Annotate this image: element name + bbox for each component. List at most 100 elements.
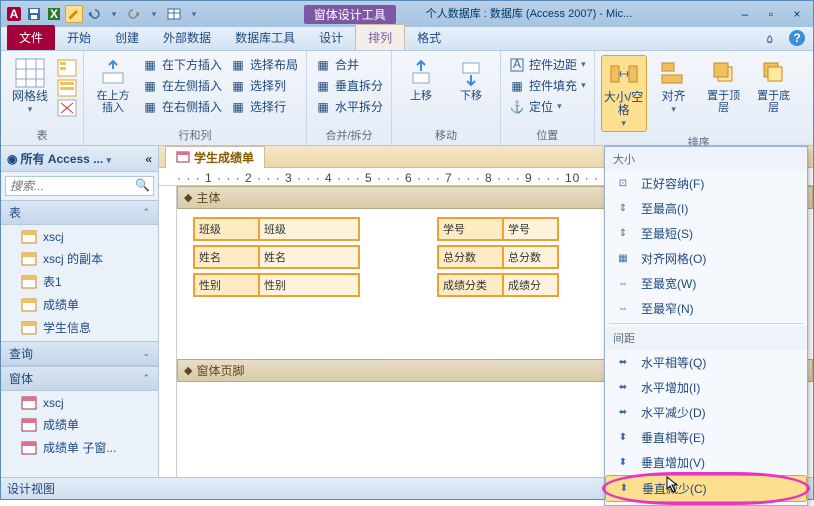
title-bar: A X ▾ ▾ ▾ 窗体设计工具 个人数据库 : 数据库 (Access 200… <box>1 1 813 27</box>
menu-v-equal[interactable]: ⬍垂直相等(E) <box>605 425 807 450</box>
document-title: 个人数据库 : 数据库 (Access 2007) - Mic... <box>426 5 633 24</box>
select-column-button[interactable]: ▦选择行 <box>228 97 300 116</box>
fit-icon: ⊡ <box>613 176 633 192</box>
select-layout-button[interactable]: ▦选择布局 <box>228 55 300 74</box>
gridlines-button[interactable]: 网格线▾ <box>7 55 53 117</box>
layout-stacked-icon[interactable] <box>57 59 77 77</box>
menu-shortest[interactable]: ⇕至最短(S) <box>605 221 807 246</box>
nav-table-students[interactable]: 学生信息 <box>1 316 158 339</box>
field-category-label[interactable]: 成绩分类 <box>438 274 503 296</box>
tab-file[interactable]: 文件 <box>7 25 55 50</box>
doc-tab-active[interactable]: 学生成绩单 <box>165 146 265 168</box>
nav-table-1[interactable]: 表1 <box>1 270 158 293</box>
tab-create[interactable]: 创建 <box>103 25 151 50</box>
move-down-button[interactable]: 下移 <box>448 55 494 104</box>
window-buttons: – ▫ × <box>733 5 809 23</box>
field-sex-label[interactable]: 性别 <box>194 274 259 296</box>
nav-header[interactable]: ◉所有 Access ... ▾ « <box>1 146 158 172</box>
layout-tabular-icon[interactable] <box>57 79 77 97</box>
search-icon[interactable]: 🔍 <box>135 178 150 192</box>
minimize-icon[interactable]: – <box>733 5 757 23</box>
field-category-control[interactable]: 成绩分 <box>503 274 558 296</box>
nav-form-scores[interactable]: 成绩单 <box>1 413 158 436</box>
hsplit-button[interactable]: ▦水平拆分 <box>313 97 385 116</box>
bring-front-button[interactable]: 置于顶层 <box>701 55 747 116</box>
nav-table-xscj-copy[interactable]: xscj 的副本 <box>1 247 158 270</box>
insert-above-button[interactable]: 在上方插入 <box>90 55 136 116</box>
nav-table-scores[interactable]: 成绩单 <box>1 293 158 316</box>
form-icon <box>176 151 190 163</box>
insert-right-button[interactable]: ▦在右侧插入 <box>140 97 224 116</box>
menu-narrowest[interactable]: ⇔至最窄(N) <box>605 296 807 321</box>
move-up-button[interactable]: 上移 <box>398 55 444 104</box>
save-icon[interactable] <box>25 5 43 23</box>
field-total-control[interactable]: 总分数 <box>503 246 558 268</box>
menu-h-increase[interactable]: ⬌水平增加(I) <box>605 375 807 400</box>
send-back-button[interactable]: 置于底层 <box>751 55 797 116</box>
ribbon: 网格线▾ 表 在上方插入 ▦在下方插入 ▦在左侧插入 ▦在右侧插入 ▦选择布局 <box>1 51 813 146</box>
search-input[interactable] <box>5 176 154 196</box>
field-id-label[interactable]: 学号 <box>438 218 503 240</box>
nav-form-xscj[interactable]: xscj <box>1 393 158 413</box>
anchor-button[interactable]: ⚓定位 ▾ <box>507 97 588 116</box>
redo-icon[interactable] <box>125 5 143 23</box>
menu-fit[interactable]: ⊡正好容纳(F) <box>605 171 807 196</box>
menu-tallest[interactable]: ⇕至最高(I) <box>605 196 807 221</box>
close-icon[interactable]: × <box>785 5 809 23</box>
narrowest-icon: ⇔ <box>613 301 633 317</box>
ribbon-group-move: 上移 下移 移动 <box>392 51 501 145</box>
menu-v-decrease[interactable]: ⬍垂直减少(C) <box>605 475 807 502</box>
excel-export-icon[interactable]: X <box>45 5 63 23</box>
nav-dropdown-icon[interactable]: ◉ <box>7 152 17 166</box>
menu-h-decrease[interactable]: ⬌水平减少(D) <box>605 400 807 425</box>
field-id-control[interactable]: 学号 <box>503 218 558 240</box>
align-button[interactable]: 对齐▾ <box>651 55 697 117</box>
minimize-ribbon-icon[interactable]: ۵ <box>759 28 781 50</box>
qat-customize-icon[interactable]: ▾ <box>185 5 203 23</box>
tab-format[interactable]: 格式 <box>405 25 453 50</box>
field-class-control[interactable]: 班级 <box>259 218 359 240</box>
shutter-icon[interactable]: « <box>145 152 152 166</box>
tab-design[interactable]: 设计 <box>307 25 355 50</box>
insert-below-button[interactable]: ▦在下方插入 <box>140 55 224 74</box>
tab-arrange[interactable]: 排列 <box>355 24 405 50</box>
v-inc-icon: ⬍ <box>613 455 633 471</box>
control-padding-button[interactable]: ▦控件填充 ▾ <box>507 76 588 95</box>
undo-more-icon[interactable]: ▾ <box>105 5 123 23</box>
select-row-button[interactable]: ▦选择列 <box>228 76 300 95</box>
edit-icon[interactable] <box>65 5 83 23</box>
redo-more-icon[interactable]: ▾ <box>145 5 163 23</box>
field-name-control[interactable]: 姓名 <box>259 246 359 268</box>
tab-home[interactable]: 开始 <box>55 25 103 50</box>
merge-button[interactable]: ▦合并 <box>313 55 385 74</box>
control-margin-button[interactable]: A控件边距 ▾ <box>507 55 588 74</box>
nav-table-xscj[interactable]: xscj <box>1 227 158 247</box>
insert-left-button[interactable]: ▦在左侧插入 <box>140 76 224 95</box>
ribbon-group-table: 网格线▾ 表 <box>1 51 84 145</box>
tab-db-tools[interactable]: 数据库工具 <box>223 25 307 50</box>
field-sex-control[interactable]: 性别 <box>259 274 359 296</box>
size-space-button[interactable]: 大小/空格▾ <box>601 55 647 132</box>
h-inc-icon: ⬌ <box>613 380 633 396</box>
field-name-label[interactable]: 姓名 <box>194 246 259 268</box>
field-class-label[interactable]: 班级 <box>194 218 259 240</box>
context-tool-label: 窗体设计工具 <box>304 5 396 24</box>
menu-v-increase[interactable]: ⬍垂直增加(V) <box>605 450 807 475</box>
menu-section-spacing: 间距 <box>605 326 807 350</box>
grid-icon: ▦ <box>613 251 633 267</box>
table-icon[interactable] <box>165 5 183 23</box>
nav-form-scores-sub[interactable]: 成绩单 子窗... <box>1 436 158 459</box>
menu-to-grid[interactable]: ▦对齐网格(O) <box>605 246 807 271</box>
menu-h-equal[interactable]: ⬌水平相等(Q) <box>605 350 807 375</box>
help-icon[interactable]: ? <box>781 26 813 50</box>
field-total-label[interactable]: 总分数 <box>438 246 503 268</box>
maximize-icon[interactable]: ▫ <box>759 5 783 23</box>
ribbon-group-position: A控件边距 ▾ ▦控件填充 ▾ ⚓定位 ▾ 位置 <box>501 51 595 145</box>
remove-layout-icon[interactable] <box>57 99 77 117</box>
tab-external-data[interactable]: 外部数据 <box>151 25 223 50</box>
undo-icon[interactable] <box>85 5 103 23</box>
shortest-icon: ⇕ <box>613 226 633 242</box>
navigation-pane: ◉所有 Access ... ▾ « 🔍 表⌃ xscj xscj 的副本 表1… <box>1 146 159 477</box>
menu-widest[interactable]: ⇔至最宽(W) <box>605 271 807 296</box>
vsplit-button[interactable]: ▦垂直拆分 <box>313 76 385 95</box>
